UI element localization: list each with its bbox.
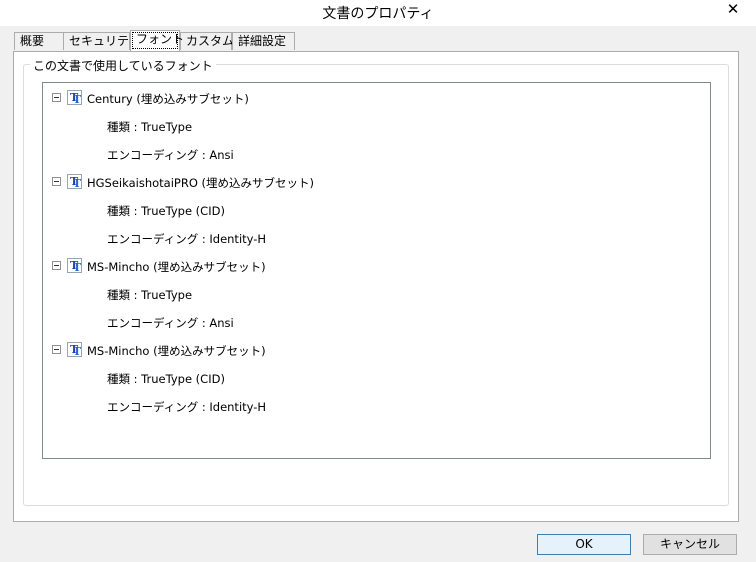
font-type: 種類 : TrueType (CID): [107, 372, 225, 386]
font-encoding: エンコーディング : Ansi: [107, 316, 234, 330]
tab-advanced[interactable]: 詳細設定: [232, 32, 295, 50]
collapse-minus-icon[interactable]: [52, 345, 61, 354]
font-type: 種類 : TrueType (CID): [107, 204, 225, 218]
collapse-minus-icon[interactable]: [52, 93, 61, 102]
tab-custom[interactable]: カスタム: [180, 32, 234, 50]
font-name: HGSeikaishotaiPRO (埋め込みサブセット): [87, 176, 315, 190]
fonts-groupbox: この文書で使用しているフォント TT Century (埋め込みサブセット) 種…: [23, 57, 729, 506]
truetype-font-icon: TT: [67, 90, 82, 106]
font-encoding: エンコーディング : Identity-H: [107, 400, 267, 414]
truetype-font-icon: TT: [67, 258, 82, 274]
title-bar: 文書のプロパティ ✕: [0, 0, 756, 26]
tab-security[interactable]: セキュリティ: [63, 32, 140, 50]
font-type: 種類 : TrueType: [107, 288, 193, 302]
close-icon[interactable]: ✕: [724, 0, 742, 18]
font-tree[interactable]: TT Century (埋め込みサブセット) 種類 : TrueType エンコ…: [42, 82, 711, 459]
truetype-font-icon: TT: [67, 342, 82, 358]
tab-panel: この文書で使用しているフォント TT Century (埋め込みサブセット) 種…: [13, 51, 739, 522]
collapse-minus-icon[interactable]: [52, 177, 61, 186]
font-encoding: エンコーディング : Identity-H: [107, 232, 267, 246]
tab-fonts[interactable]: フォント: [130, 30, 184, 51]
font-type: 種類 : TrueType: [107, 120, 193, 134]
font-name: MS-Mincho (埋め込みサブセット): [87, 260, 266, 274]
font-name: Century (埋め込みサブセット): [87, 92, 249, 106]
collapse-minus-icon[interactable]: [52, 261, 61, 270]
truetype-font-icon: TT: [67, 174, 82, 190]
groupbox-label: この文書で使用しているフォント: [30, 57, 216, 74]
tab-summary[interactable]: 概要: [14, 32, 64, 50]
font-encoding: エンコーディング : Ansi: [107, 148, 234, 162]
font-name: MS-Mincho (埋め込みサブセット): [87, 344, 266, 358]
cancel-button[interactable]: キャンセル: [643, 534, 737, 555]
ok-button[interactable]: OK: [537, 534, 631, 555]
window-title: 文書のプロパティ: [322, 6, 434, 22]
